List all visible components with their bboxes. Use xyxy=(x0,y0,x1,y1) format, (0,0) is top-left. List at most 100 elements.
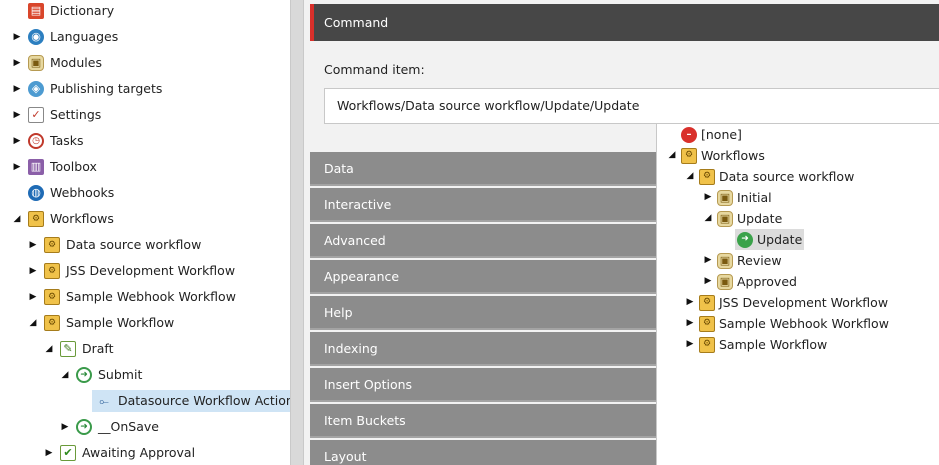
expand-arrow-icon[interactable]: ▶ xyxy=(703,187,713,209)
tree-item-datasource-workflow-action[interactable]: ⟜ Datasource Workflow Action xyxy=(76,390,290,412)
command-section-header[interactable]: Command xyxy=(310,4,939,41)
tree-item-label: Sample Webhook Workflow xyxy=(719,316,889,331)
tree-item-workflows[interactable]: ◢ ⚙ Workflows xyxy=(667,145,765,166)
tree-item-label: Workflows xyxy=(50,211,114,226)
tree-item-label: Toolbox xyxy=(50,159,97,174)
tree-item-label: Workflows xyxy=(701,148,765,163)
tree-item-webhooks[interactable]: ◍ Webhooks xyxy=(12,182,114,204)
expand-arrow-icon[interactable]: ▶ xyxy=(12,130,22,152)
tree-item-label: Update xyxy=(737,211,783,226)
expand-arrow-icon[interactable]: ▶ xyxy=(12,26,22,48)
tree-item-data-source-workflow[interactable]: ◢ ⚙ Data source workflow xyxy=(685,166,854,187)
tree-item-label: Draft xyxy=(82,341,114,356)
webhook-globe-icon: ◍ xyxy=(28,185,44,201)
globe-icon: ◉ xyxy=(28,29,44,45)
collapse-arrow-icon[interactable]: ◢ xyxy=(28,312,38,334)
tree-item-label: Data source workflow xyxy=(66,237,202,252)
expand-arrow-icon[interactable]: ▶ xyxy=(28,260,38,282)
tree-item-draft[interactable]: ◢ ✎ Draft xyxy=(44,338,114,360)
tree-item-sample-workflow[interactable]: ◢ ⚙ Sample Workflow xyxy=(28,312,174,334)
tree-item-label: Datasource Workflow Action xyxy=(118,393,290,408)
workflow-icon: ⚙ xyxy=(699,336,715,353)
workflow-icon: ⚙ xyxy=(44,289,60,305)
expand-arrow-icon[interactable]: ▶ xyxy=(685,313,695,335)
collapse-arrow-icon[interactable]: ◢ xyxy=(60,364,70,386)
expand-arrow-icon[interactable]: ▶ xyxy=(60,416,70,438)
tree-item-none[interactable]: – [none] xyxy=(667,124,742,145)
tree-item-onsave[interactable]: ▶ ➜ __OnSave xyxy=(60,416,159,438)
collapse-arrow-icon[interactable]: ◢ xyxy=(44,338,54,360)
expand-arrow-icon[interactable]: ▶ xyxy=(28,286,38,308)
tree-item-label: Update xyxy=(757,232,803,247)
expand-arrow-icon[interactable]: ▶ xyxy=(44,442,54,464)
tree-item-dictionary[interactable]: ▤ Dictionary xyxy=(12,0,114,22)
jar-icon: ▣ xyxy=(28,55,44,71)
command-item-field[interactable]: Workflows/Data source workflow/Update/Up… xyxy=(324,88,939,124)
expand-arrow-icon[interactable]: ▶ xyxy=(685,334,695,356)
tree-item-settings[interactable]: ▶ ✓ Settings xyxy=(12,104,101,126)
tree-item-label: JSS Development Workflow xyxy=(719,295,889,310)
tree-item-sample-webhook-workflow[interactable]: ▶ ⚙ Sample Webhook Workflow xyxy=(685,313,889,334)
workflow-icon: ⚙ xyxy=(681,147,697,164)
tree-item-label: Settings xyxy=(50,107,102,122)
collapse-arrow-icon[interactable]: ◢ xyxy=(667,145,677,167)
pane-splitter[interactable] xyxy=(290,0,304,465)
expand-arrow-icon[interactable]: ▶ xyxy=(12,104,22,126)
tree-item-label: Tasks xyxy=(50,133,84,148)
expand-arrow-icon[interactable]: ▶ xyxy=(28,234,38,256)
tree-item-sample-workflow[interactable]: ▶ ⚙ Sample Workflow xyxy=(685,334,827,355)
content-tree: ▤ Dictionary ▶ ◉ Languages ▶ ▣ Modules ▶ ◈ Publish… xyxy=(0,0,290,465)
workflow-icon: ⚙ xyxy=(44,237,60,253)
tree-item-label: Sample Webhook Workflow xyxy=(66,289,236,304)
collapse-arrow-icon[interactable]: ◢ xyxy=(703,208,713,230)
none-icon: – xyxy=(681,126,697,143)
expand-arrow-icon[interactable]: ▶ xyxy=(703,271,713,293)
tree-item-sample-webhook-workflow[interactable]: ▶ ⚙ Sample Webhook Workflow xyxy=(28,286,236,308)
tree-item-submit[interactable]: ◢ ➜ Submit xyxy=(60,364,142,386)
expand-arrow-icon[interactable]: ▶ xyxy=(685,292,695,314)
action-icon: ⟜ xyxy=(99,394,109,408)
jar-icon: ▣ xyxy=(717,189,733,206)
expand-arrow-icon[interactable]: ▶ xyxy=(12,78,22,100)
tree-item-jss-development-workflow[interactable]: ▶ ⚙ JSS Development Workflow xyxy=(685,292,888,313)
tree-item-label: Data source workflow xyxy=(719,169,855,184)
collapse-arrow-icon[interactable]: ◢ xyxy=(685,166,695,188)
expand-arrow-icon[interactable]: ▶ xyxy=(12,156,22,178)
publish-icon: ◈ xyxy=(28,81,44,97)
collapse-arrow-icon[interactable]: ◢ xyxy=(12,208,22,230)
expand-arrow-icon[interactable]: ▶ xyxy=(12,52,22,74)
workflow-icon: ⚙ xyxy=(44,315,60,331)
workflow-icon: ⚙ xyxy=(28,211,44,227)
tree-item-label: Approved xyxy=(737,274,797,289)
tree-item-label: Dictionary xyxy=(50,3,115,18)
tree-item-update[interactable]: ◢ ▣ Update xyxy=(703,208,782,229)
jar-icon: ▣ xyxy=(717,210,733,227)
tree-item-update[interactable]: ➜ Update xyxy=(721,229,805,250)
tree-item-jss-development-workflow[interactable]: ▶ ⚙ JSS Development Workflow xyxy=(28,260,235,282)
tree-item-label: Webhooks xyxy=(50,185,115,200)
tree-item-publishing-targets[interactable]: ▶ ◈ Publishing targets xyxy=(12,78,162,100)
tree-item-label: Initial xyxy=(737,190,772,205)
tree-item-toolbox[interactable]: ▶ ▥ Toolbox xyxy=(12,156,97,178)
tree-item-awaiting-approval[interactable]: ▶ ✔ Awaiting Approval xyxy=(44,442,195,464)
tree-item-label: Review xyxy=(737,253,782,268)
tree-item-workflows[interactable]: ◢ ⚙ Workflows xyxy=(12,208,114,230)
tree-item-tasks[interactable]: ▶ ◷ Tasks xyxy=(12,130,84,152)
jar-icon: ▣ xyxy=(717,273,733,290)
command-icon: ➜ xyxy=(76,367,92,383)
tree-item-modules[interactable]: ▶ ▣ Modules xyxy=(12,52,102,74)
tree-item-label: Publishing targets xyxy=(50,81,163,96)
tree-item-data-source-workflow[interactable]: ▶ ⚙ Data source workflow xyxy=(28,234,201,256)
tree-item-label: [none] xyxy=(701,127,742,142)
tree-item-languages[interactable]: ▶ ◉ Languages xyxy=(12,26,118,48)
expand-arrow-icon[interactable]: ▶ xyxy=(703,250,713,272)
tree-item-label: Sample Workflow xyxy=(719,337,828,352)
tree-item-approved[interactable]: ▶ ▣ Approved xyxy=(703,271,797,292)
tree-item-initial[interactable]: ▶ ▣ Initial xyxy=(703,187,772,208)
tree-item-review[interactable]: ▶ ▣ Review xyxy=(703,250,782,271)
dictionary-icon: ▤ xyxy=(28,3,44,19)
workflow-icon: ⚙ xyxy=(699,168,715,185)
tree-item-label: __OnSave xyxy=(98,419,159,434)
